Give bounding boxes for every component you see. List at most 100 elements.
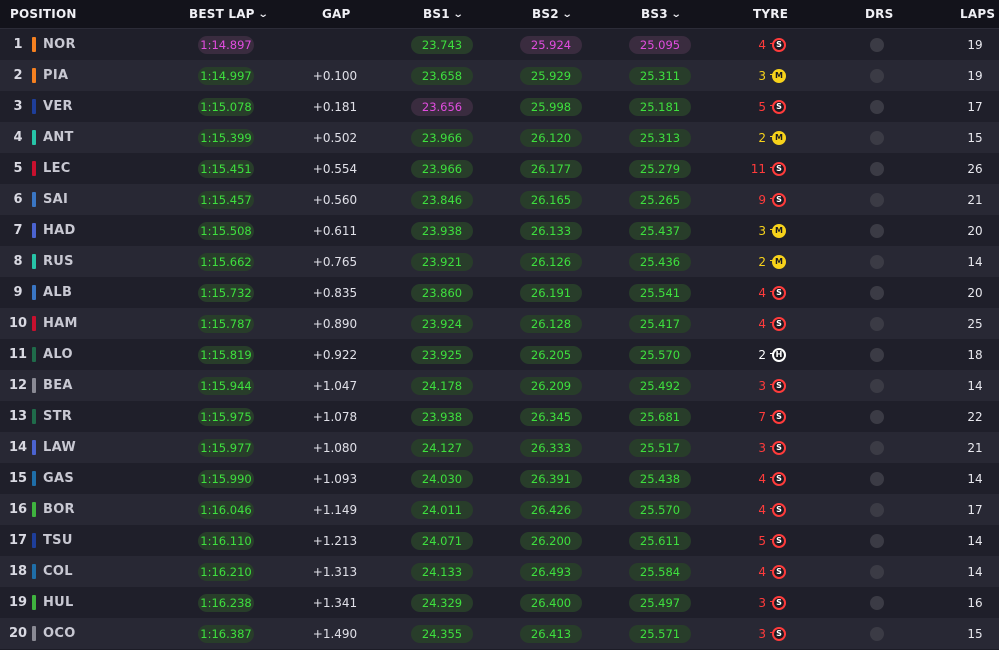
bs1-cell: 23.925 [411, 339, 473, 370]
bs2-cell: 26.426 [520, 494, 582, 525]
bs1-cell: 23.938 [411, 401, 473, 432]
bs3-time: 25.611 [629, 531, 691, 550]
laps-value: 16 [967, 595, 983, 610]
table-row-rus[interactable]: 8 RUS 1:15.662 +0.765 23.921 26.126 25.4… [0, 246, 999, 277]
team-color-stripe [32, 285, 36, 300]
bs2-time: 26.413 [520, 624, 582, 643]
drs-indicator-icon [870, 223, 884, 238]
header-tyre[interactable]: TYRE [753, 0, 788, 28]
tyre-age: 9 [758, 192, 766, 207]
table-row-bea[interactable]: 12 BEA 1:15.944 +1.047 24.178 26.209 25.… [0, 370, 999, 401]
table-row-pia[interactable]: 2 PIA 1:14.997 +0.100 23.658 25.929 25.3… [0, 60, 999, 91]
bs3-time: 25.517 [629, 438, 691, 457]
position-number: 8 [13, 254, 23, 269]
table-row-gas[interactable]: 15 GAS 1:15.990 +1.093 24.030 26.391 25.… [0, 463, 999, 494]
bs2-time: 26.133 [520, 221, 582, 240]
table-row-tsu[interactable]: 17 TSU 1:16.110 +1.213 24.071 26.200 25.… [0, 525, 999, 556]
gap-value: +1.341 [312, 595, 358, 610]
drs-indicator-icon [870, 595, 884, 610]
table-row-bor[interactable]: 16 BOR 1:16.046 +1.149 24.011 26.426 25.… [0, 494, 999, 525]
header-drs-label: DRS [865, 7, 894, 21]
bs2-cell: 26.133 [520, 215, 582, 246]
table-row-ham[interactable]: 10 HAM 1:15.787 +0.890 23.924 26.128 25.… [0, 308, 999, 339]
table-row-hul[interactable]: 19 HUL 1:16.238 +1.341 24.329 26.400 25.… [0, 587, 999, 618]
tyre-age: 4 [758, 316, 766, 331]
best-lap-time: 1:15.457 [198, 190, 254, 209]
table-row-str[interactable]: 13 STR 1:15.975 +1.078 23.938 26.345 25.… [0, 401, 999, 432]
laps-value: 19 [967, 68, 983, 83]
drs-cell [868, 463, 886, 494]
team-color-stripe [32, 502, 36, 517]
bs1-cell: 24.178 [411, 370, 473, 401]
header-bs2[interactable]: BS2 ⌄ [532, 0, 572, 28]
table-row-col[interactable]: 18 COL 1:16.210 +1.313 24.133 26.493 25.… [0, 556, 999, 587]
driver-rows: 1 NOR 1:14.897 23.743 25.924 25.095 4 S … [0, 29, 999, 649]
bs2-cell: 26.200 [520, 525, 582, 556]
team-color-stripe [32, 37, 36, 52]
table-row-law[interactable]: 14 LAW 1:15.977 +1.080 24.127 26.333 25.… [0, 432, 999, 463]
bs3-cell: 25.611 [629, 525, 691, 556]
tyre-age: 7 [758, 409, 766, 424]
gap-value: +1.213 [312, 533, 358, 548]
drs-cell [868, 184, 886, 215]
table-row-oco[interactable]: 20 OCO 1:16.387 +1.490 24.355 26.413 25.… [0, 618, 999, 649]
bs3-cell: 25.570 [629, 494, 691, 525]
table-row-had[interactable]: 7 HAD 1:15.508 +0.611 23.938 26.133 25.4… [0, 215, 999, 246]
drs-indicator-icon [870, 192, 884, 207]
position-number: 1 [13, 37, 23, 52]
drs-indicator-icon [870, 626, 884, 641]
tyre-age: 4 [758, 471, 766, 486]
bs2-time: 26.426 [520, 500, 582, 519]
tyre-cell: S [770, 618, 788, 649]
team-color-stripe [32, 223, 36, 238]
driver-code: STR [43, 409, 73, 424]
table-row-sai[interactable]: 6 SAI 1:15.457 +0.560 23.846 26.165 25.2… [0, 184, 999, 215]
table-row-nor[interactable]: 1 NOR 1:14.897 23.743 25.924 25.095 4 S … [0, 29, 999, 60]
tyre-cell: S [770, 525, 788, 556]
laps-value: 19 [967, 37, 983, 52]
bs2-time: 26.177 [520, 159, 582, 178]
header-bs1[interactable]: BS1 ⌄ [423, 0, 463, 28]
laps-value: 26 [967, 161, 983, 176]
gap-value: +1.490 [312, 626, 358, 641]
table-row-ant[interactable]: 4 ANT 1:15.399 +0.502 23.966 26.120 25.3… [0, 122, 999, 153]
medium-tyre-icon: M [770, 254, 786, 269]
gap-value: +1.047 [312, 378, 358, 393]
soft-tyre-icon: S [770, 595, 786, 610]
gap-value: +0.765 [312, 254, 358, 269]
header-bs3[interactable]: BS3 ⌄ [641, 0, 681, 28]
laps-value: 14 [967, 564, 983, 579]
bs1-time: 24.355 [411, 624, 473, 643]
best-lap-time: 1:15.975 [198, 407, 254, 426]
header-laps[interactable]: LAPS [960, 0, 995, 28]
bs1-time: 23.743 [411, 35, 473, 54]
header-position[interactable]: POSITION [10, 0, 77, 28]
gap-value: +1.080 [312, 440, 358, 455]
driver-code: HAD [43, 223, 76, 238]
table-row-alb[interactable]: 9 ALB 1:15.732 +0.835 23.860 26.191 25.5… [0, 277, 999, 308]
table-row-alo[interactable]: 11 ALO 1:15.819 +0.922 23.925 26.205 25.… [0, 339, 999, 370]
header-bs1-label: BS1 [423, 7, 450, 21]
bs3-time: 25.311 [629, 66, 691, 85]
driver-code: OCO [43, 626, 76, 641]
bs3-cell: 25.436 [629, 246, 691, 277]
team-color-stripe [32, 254, 36, 269]
drs-cell [868, 60, 886, 91]
header-drs[interactable]: DRS [865, 0, 893, 28]
table-row-lec[interactable]: 5 LEC 1:15.451 +0.554 23.966 26.177 25.2… [0, 153, 999, 184]
drs-indicator-icon [870, 471, 884, 486]
best-lap-time: 1:15.819 [198, 345, 254, 364]
bs1-cell: 24.030 [411, 463, 473, 494]
bs3-cell: 25.313 [629, 122, 691, 153]
drs-cell [868, 401, 886, 432]
tyre-cell: S [770, 587, 788, 618]
header-gap[interactable]: GAP [322, 0, 351, 28]
table-row-ver[interactable]: 3 VER 1:15.078 +0.181 23.656 25.998 25.1… [0, 91, 999, 122]
bs2-time: 26.128 [520, 314, 582, 333]
bs3-cell: 25.181 [629, 91, 691, 122]
team-color-stripe [32, 409, 36, 424]
header-best-lap[interactable]: BEST LAP ⌄ [189, 0, 268, 28]
bs3-cell: 25.681 [629, 401, 691, 432]
bs1-cell: 24.355 [411, 618, 473, 649]
bs1-cell: 23.743 [411, 29, 473, 60]
